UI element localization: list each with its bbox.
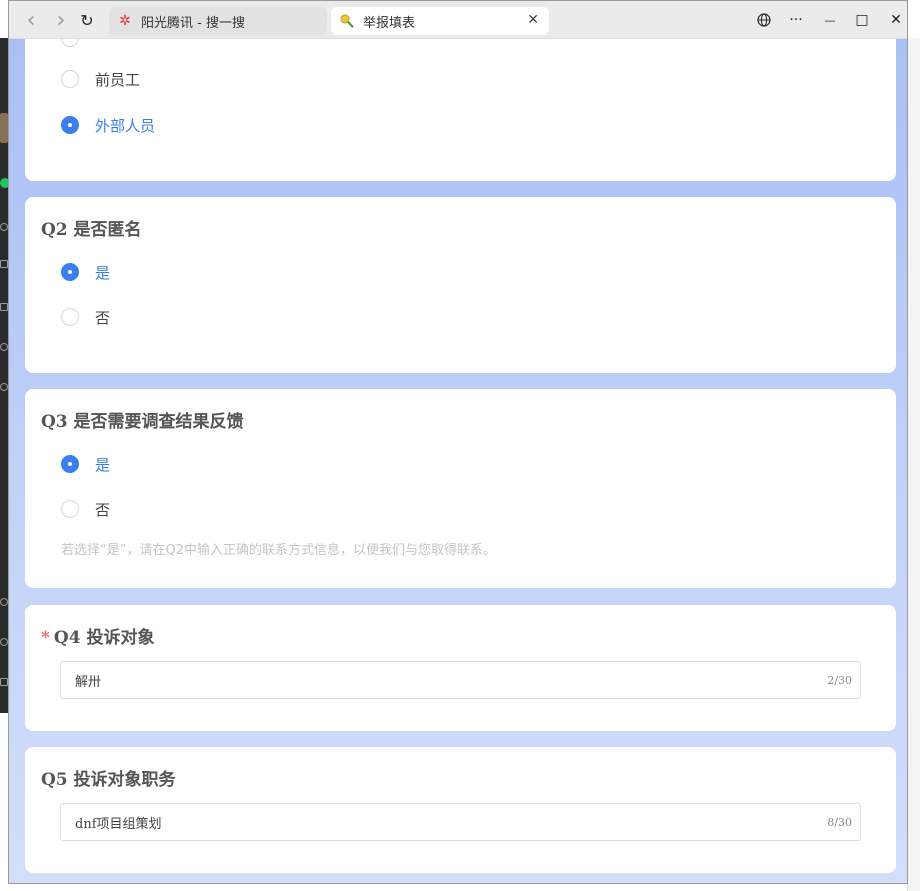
question-title: Q4 投诉对象: [53, 628, 155, 648]
question-title-required: * Q4 投诉对象: [41, 623, 154, 648]
radio-button[interactable]: [61, 70, 79, 88]
option-label: 外部人员: [95, 116, 156, 135]
tab-title: 阳光腾讯 - 搜一搜: [141, 15, 245, 31]
option-label: 是: [95, 263, 111, 282]
avatar: [0, 113, 8, 143]
star-logo-icon: ✲: [119, 13, 131, 29]
radio-button-checked[interactable]: [61, 263, 79, 281]
tab-title: 举报填表: [363, 15, 416, 31]
option-former-employee[interactable]: 前员工: [61, 68, 140, 90]
option-partial[interactable]: [61, 39, 95, 49]
radio-button-checked[interactable]: [61, 116, 79, 134]
complaint-target-position-input[interactable]: dnf项目组策划 8/30: [60, 803, 861, 841]
more-menu-button[interactable]: ···: [787, 11, 805, 29]
refresh-button[interactable]: ↻: [77, 10, 97, 30]
globe-small-icon: [0, 343, 8, 351]
pen-icon: [0, 383, 8, 391]
question-title: Q2 是否匿名: [41, 220, 142, 240]
maximize-icon: □: [855, 12, 869, 28]
input-value: 解卅: [75, 674, 102, 690]
radio-button-checked[interactable]: [61, 455, 79, 473]
question-card-q1: 前员工 外部人员: [25, 39, 896, 181]
option-label: 前员工: [95, 70, 141, 89]
forward-button[interactable]: ›: [51, 7, 71, 33]
refresh-icon: ↻: [80, 10, 94, 30]
hint-text: 若选择“是”，请在Q2中输入正确的联系方式信息，以便我们与您取得联系。: [61, 543, 496, 558]
globe-button[interactable]: [755, 11, 773, 29]
back-button[interactable]: ‹: [21, 7, 41, 33]
option-label: 是: [95, 455, 111, 474]
minimize-button[interactable]: —: [821, 11, 839, 29]
browser-window: ‹ › ↻ ✲ 阳光腾讯 - 搜一搜 举报填表 ✕ ··· — □ ✕ 前员工 …: [8, 0, 908, 884]
tab-bar: ‹ › ↻ ✲ 阳光腾讯 - 搜一搜 举报填表 ✕ ··· — □ ✕: [9, 1, 907, 39]
option-no[interactable]: 否: [61, 306, 110, 328]
complaint-target-input[interactable]: 解卅 2/30: [60, 661, 861, 699]
user-icon: [0, 223, 8, 231]
minimize-icon: —: [824, 13, 836, 27]
forward-icon: ›: [56, 7, 66, 33]
radio-button[interactable]: [61, 500, 79, 518]
question-card-q2: Q2 是否匿名 是 否: [25, 197, 896, 373]
option-yes[interactable]: 是: [61, 453, 110, 475]
question-title: Q5 投诉对象职务: [41, 770, 176, 790]
tab-sunshine-tencent[interactable]: ✲ 阳光腾讯 - 搜一搜: [109, 7, 327, 35]
more-icon: ···: [789, 12, 803, 28]
close-window-button[interactable]: ✕: [887, 11, 905, 29]
globe-icon: [757, 13, 771, 27]
cube-icon: [0, 260, 8, 268]
question-card-q4: * Q4 投诉对象 解卅 2/30: [25, 605, 896, 731]
tab-close-icon[interactable]: ✕: [527, 12, 539, 28]
question-title: Q3 是否需要调查结果反馈: [41, 412, 244, 432]
input-value: dnf项目组策划: [75, 816, 162, 832]
search-page-icon: [339, 13, 355, 29]
radio-button[interactable]: [61, 308, 79, 326]
menu-icon: [0, 678, 8, 686]
back-icon: ‹: [26, 7, 36, 33]
close-icon: ✕: [890, 12, 902, 28]
option-no[interactable]: 否: [61, 498, 110, 520]
option-external-person[interactable]: 外部人员: [61, 114, 155, 136]
help-icon: [0, 598, 8, 606]
tab-report-form[interactable]: 举报填表 ✕: [331, 7, 549, 35]
folder-icon: [0, 303, 8, 311]
radio-button[interactable]: [61, 39, 79, 47]
question-card-q5: Q5 投诉对象职务 dnf项目组策划 8/30: [25, 747, 896, 873]
maximize-button[interactable]: □: [853, 11, 871, 29]
form-page: 前员工 外部人员 Q2 是否匿名 是 否 Q3 是否需要调查结果反馈 是 否 若…: [9, 39, 907, 883]
option-yes[interactable]: 是: [61, 261, 110, 283]
background-window-edge: [907, 38, 920, 891]
phone-icon: [0, 638, 8, 646]
option-label: 否: [95, 500, 111, 519]
required-marker: *: [41, 628, 50, 648]
char-counter: 2/30: [827, 674, 852, 687]
char-counter: 8/30: [827, 816, 852, 829]
option-label: 否: [95, 308, 111, 327]
question-card-q3: Q3 是否需要调查结果反馈 是 否 若选择“是”，请在Q2中输入正确的联系方式信…: [25, 389, 896, 588]
